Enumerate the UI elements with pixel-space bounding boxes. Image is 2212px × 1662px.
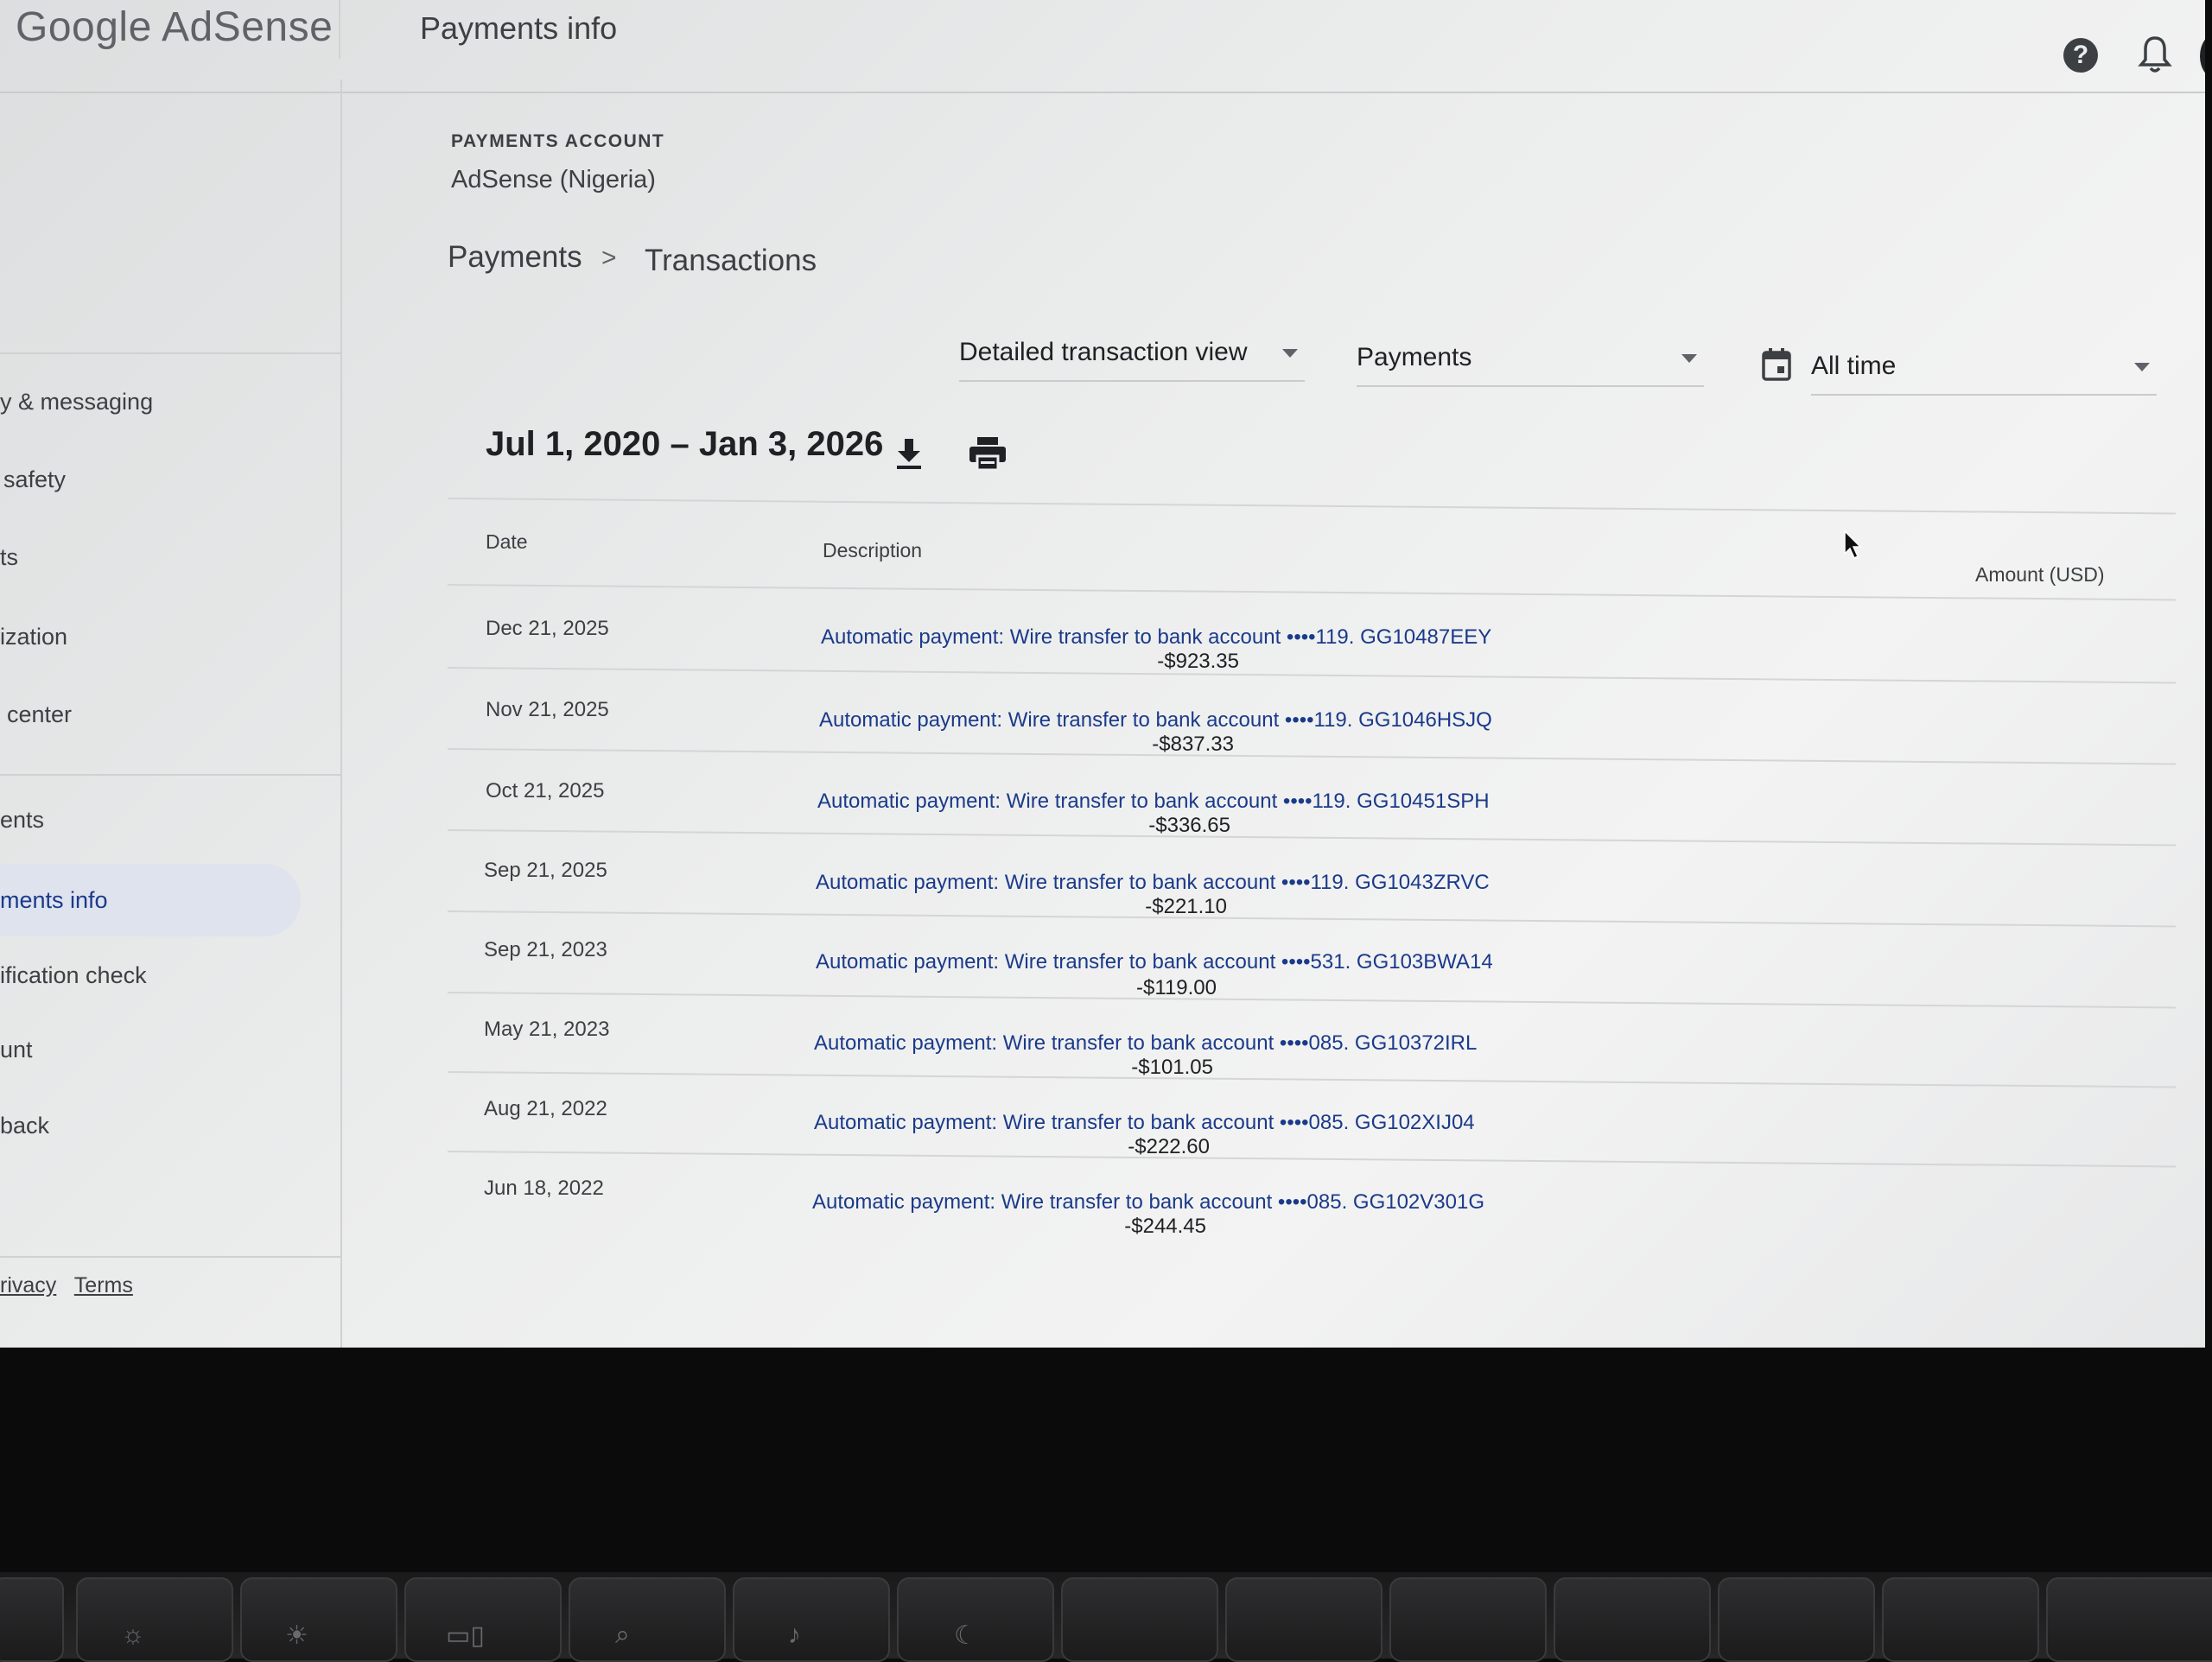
view-select[interactable]: Detailed transaction view [959, 325, 1305, 382]
dropdown-arrow-icon [1681, 354, 1697, 363]
mission-control-icon: ▭▯ [446, 1621, 485, 1650]
column-header-amount[interactable]: Amount (USD) [1975, 563, 2105, 587]
row-date: Jun 18, 2022 [484, 1177, 604, 1200]
terms-link[interactable]: Terms [74, 1273, 133, 1297]
escape-key [0, 1577, 64, 1662]
date-range-value: All time [1811, 352, 1897, 380]
row-description-link[interactable]: Automatic payment: Wire transfer to bank… [814, 1031, 1477, 1056]
sidebar-item-payments[interactable]: ents [0, 807, 44, 834]
row-date: Oct 21, 2025 [486, 779, 605, 802]
row-date: May 21, 2023 [484, 1018, 610, 1041]
sidebar-item-feedback[interactable]: back [0, 1113, 49, 1139]
date-range-heading: Jul 1, 2020 – Jan 3, 2026 [486, 425, 884, 463]
column-header-description[interactable]: Description [823, 539, 922, 562]
row-divider [447, 748, 2176, 765]
brightness-down-icon: ☼ [121, 1621, 145, 1649]
sidebar-item-optimization[interactable]: ization [0, 624, 67, 650]
row-description-link[interactable]: Automatic payment: Wire transfer to bank… [816, 950, 1493, 974]
row-description-link[interactable]: Automatic payment: Wire transfer to bank… [817, 790, 1490, 814]
touch-id-key [2046, 1577, 2212, 1662]
privacy-link[interactable]: rivacy [0, 1273, 56, 1297]
sidebar-divider [0, 774, 340, 776]
brightness-up-icon: ☀ [285, 1621, 308, 1650]
sidebar-item-reports[interactable]: ts [0, 544, 18, 571]
sidebar-item-verification-check[interactable]: ification check [0, 962, 147, 989]
rewind-key [1061, 1577, 1218, 1662]
sidebar-footer: rivacy Terms [0, 1273, 145, 1298]
row-divider [447, 1151, 2176, 1168]
play-pause-key [1225, 1577, 1382, 1662]
table-row[interactable]: Jun 18, 2022 Automatic payment: Wire tra… [0, 0, 2205, 1238]
row-date: Sep 21, 2025 [484, 859, 607, 882]
brightness-up-key [240, 1577, 397, 1662]
row-divider [447, 829, 2176, 847]
sidebar-item-account[interactable]: unt [0, 1037, 33, 1063]
sidebar-item-payments-info[interactable]: ments info [0, 864, 301, 936]
spotlight-key [569, 1577, 726, 1662]
search-icon: ⌕ [615, 1621, 630, 1649]
brightness-down-key [76, 1577, 233, 1662]
sidebar-item-policy-messaging[interactable]: y & messaging [0, 389, 153, 416]
date-range-select[interactable]: All time [1811, 339, 2157, 396]
row-divider [447, 992, 2176, 1009]
payments-account-name[interactable]: AdSense (Nigeria) [451, 166, 656, 194]
payments-account-label: PAYMENTS ACCOUNT [451, 131, 665, 151]
dropdown-arrow-icon [1282, 349, 1298, 358]
sidebar: y & messaging safety ts ization center e… [0, 79, 342, 1380]
sidebar-divider [0, 1256, 340, 1258]
row-divider [447, 1071, 2176, 1088]
breadcrumb-payments[interactable]: Payments [448, 240, 582, 275]
calendar-icon [1762, 348, 1791, 381]
breadcrumb-chevron-icon: > [601, 244, 617, 272]
sidebar-divider [0, 352, 340, 354]
breadcrumb-transactions: Transactions [645, 244, 817, 277]
table-header-rule [447, 584, 2176, 601]
row-description-link[interactable]: Automatic payment: Wire transfer to bank… [819, 708, 1492, 733]
column-header-date[interactable]: Date [486, 530, 528, 554]
laptop-screen: Google AdSense Payments info ? y & messa… [0, 0, 2205, 1380]
print-icon[interactable] [968, 435, 1007, 472]
mute-key [1554, 1577, 1711, 1662]
row-date: Aug 21, 2022 [484, 1097, 607, 1120]
download-icon[interactable] [893, 435, 925, 472]
sidebar-item-brand-safety[interactable]: safety [3, 466, 66, 493]
view-select-value: Detailed transaction view [959, 338, 1248, 366]
dropdown-arrow-icon [2134, 363, 2150, 371]
row-description-link[interactable]: Automatic payment: Wire transfer to bank… [812, 1190, 1484, 1215]
row-description-link[interactable]: Automatic payment: Wire transfer to bank… [821, 625, 1491, 650]
moon-icon: ☾ [954, 1621, 977, 1650]
row-description-link[interactable]: Automatic payment: Wire transfer to bank… [814, 1111, 1475, 1135]
sidebar-item-policy-center[interactable]: center [7, 701, 72, 728]
row-date: Dec 21, 2025 [486, 617, 609, 640]
volume-up-key [1882, 1577, 2039, 1662]
row-amount: -$244.45 [1124, 1215, 1206, 1238]
row-date: Sep 21, 2023 [484, 938, 607, 961]
table-top-rule [447, 498, 2176, 515]
microphone-icon: ♪ [788, 1621, 801, 1649]
row-amount: -$923.35 [1157, 650, 1239, 673]
transaction-type-value: Payments [1357, 343, 1472, 371]
dictation-key [733, 1577, 890, 1662]
volume-down-key [1718, 1577, 1875, 1662]
row-date: Nov 21, 2025 [486, 698, 609, 721]
fast-forward-key [1389, 1577, 1547, 1662]
row-divider [447, 667, 2176, 684]
transaction-type-select[interactable]: Payments [1357, 330, 1704, 387]
row-divider [447, 910, 2176, 928]
row-description-link[interactable]: Automatic payment: Wire transfer to bank… [816, 871, 1490, 895]
mouse-pointer-icon [1844, 530, 1862, 560]
